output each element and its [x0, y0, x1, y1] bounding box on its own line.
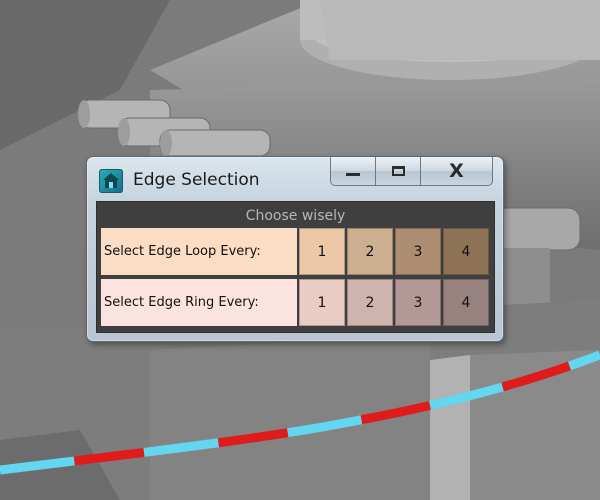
edge-loop-row: Select Edge Loop Every: 1 2 3 4: [101, 228, 490, 275]
edge-ring-every-1-button[interactable]: 1: [299, 279, 345, 326]
minimize-button[interactable]: [330, 157, 375, 186]
close-button[interactable]: X: [420, 157, 493, 186]
edge-loop-every-4-button[interactable]: 4: [443, 228, 489, 275]
caption-buttons: X: [330, 157, 493, 187]
edge-ring-every-2-button[interactable]: 2: [347, 279, 393, 326]
edge-loop-every-3-button[interactable]: 3: [395, 228, 441, 275]
edge-ring-row: Select Edge Ring Every: 1 2 3 4: [101, 279, 490, 326]
edge-loop-label: Select Edge Loop Every:: [101, 228, 297, 275]
edge-ring-label: Select Edge Ring Every:: [101, 279, 297, 326]
dialog-header: Choose wisely: [245, 208, 346, 224]
edge-ring-every-3-button[interactable]: 3: [395, 279, 441, 326]
minimize-icon: [346, 172, 360, 176]
maximize-button[interactable]: [375, 157, 420, 186]
maximize-icon: [391, 166, 405, 176]
edge-loop-every-2-button[interactable]: 2: [347, 228, 393, 275]
edge-loop-every-1-button[interactable]: 1: [299, 228, 345, 275]
title-bar[interactable]: Edge Selection X: [87, 157, 503, 201]
edge-ring-every-4-button[interactable]: 4: [443, 279, 489, 326]
maya-house-icon: [99, 169, 123, 193]
window-title: Edge Selection: [133, 170, 260, 190]
dialog-body: Choose wisely Select Edge Loop Every: 1 …: [96, 201, 495, 333]
close-icon: X: [449, 160, 464, 182]
edge-selection-window: Edge Selection X Choose wisely Select Ed…: [86, 156, 504, 342]
